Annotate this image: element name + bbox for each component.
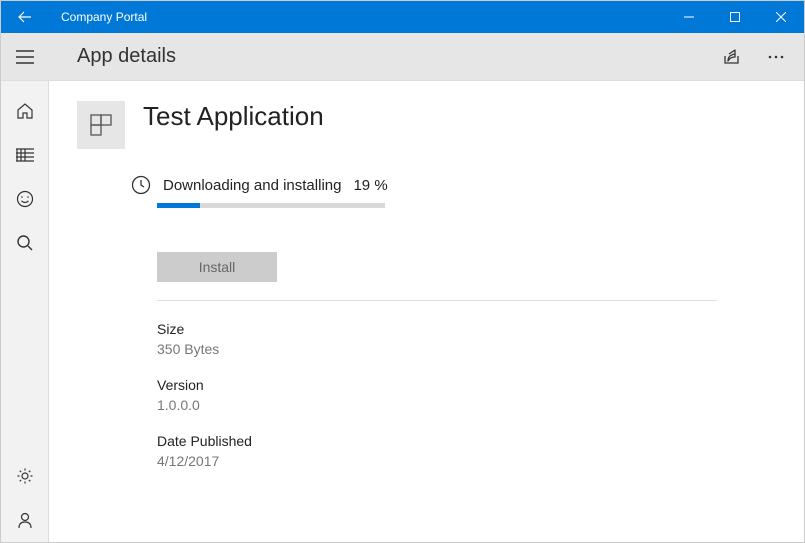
detail-published-label: Date Published xyxy=(157,433,776,449)
share-icon xyxy=(722,48,742,66)
window-controls xyxy=(666,1,804,33)
divider xyxy=(157,300,717,301)
detail-size: Size 350 Bytes xyxy=(157,321,776,357)
app-icon-tile xyxy=(77,101,125,149)
titlebar: Company Portal xyxy=(1,1,804,33)
list-icon xyxy=(16,147,34,163)
command-bar: App details xyxy=(1,33,804,81)
page-title: App details xyxy=(49,45,712,68)
detail-size-value: 350 Bytes xyxy=(157,341,776,357)
back-arrow-icon xyxy=(17,9,33,25)
status-row: Downloading and installing 19 % xyxy=(131,175,776,195)
more-icon xyxy=(768,55,784,59)
sidebar-item-settings[interactable] xyxy=(1,454,49,498)
sidebar xyxy=(1,81,49,542)
search-icon xyxy=(16,234,34,252)
detail-version: Version 1.0.0.0 xyxy=(157,377,776,413)
close-button[interactable] xyxy=(758,1,804,33)
home-icon xyxy=(16,102,34,120)
maximize-button[interactable] xyxy=(712,1,758,33)
content: Test Application Downloading and install… xyxy=(49,81,804,542)
detail-published: Date Published 4/12/2017 xyxy=(157,433,776,469)
progress-fill xyxy=(157,203,200,208)
sidebar-item-profile[interactable] xyxy=(1,498,49,542)
detail-version-value: 1.0.0.0 xyxy=(157,397,776,413)
gear-icon xyxy=(16,467,34,485)
minimize-icon xyxy=(684,12,694,22)
hamburger-button[interactable] xyxy=(1,33,49,81)
sidebar-item-feedback[interactable] xyxy=(1,177,49,221)
window-title: Company Portal xyxy=(49,10,666,24)
install-button[interactable]: Install xyxy=(157,252,277,282)
progress-percent: 19 % xyxy=(353,177,387,194)
sidebar-item-apps[interactable] xyxy=(1,133,49,177)
app-title: Test Application xyxy=(143,101,324,132)
sidebar-item-search[interactable] xyxy=(1,221,49,265)
app-header: Test Application xyxy=(77,101,776,149)
smiley-icon xyxy=(16,190,34,208)
close-icon xyxy=(776,12,786,22)
hamburger-icon xyxy=(16,50,34,64)
share-button[interactable] xyxy=(712,37,752,77)
more-button[interactable] xyxy=(756,37,796,77)
maximize-icon xyxy=(730,12,740,22)
person-icon xyxy=(16,511,34,529)
app-icon xyxy=(88,112,114,138)
header-actions xyxy=(712,37,796,77)
detail-version-label: Version xyxy=(157,377,776,393)
detail-size-label: Size xyxy=(157,321,776,337)
sidebar-item-home[interactable] xyxy=(1,89,49,133)
progress-bar xyxy=(157,203,385,208)
status-label: Downloading and installing xyxy=(163,177,341,194)
clock-icon xyxy=(131,175,151,195)
minimize-button[interactable] xyxy=(666,1,712,33)
detail-published-value: 4/12/2017 xyxy=(157,453,776,469)
body: Test Application Downloading and install… xyxy=(1,81,804,542)
back-button[interactable] xyxy=(1,1,49,33)
